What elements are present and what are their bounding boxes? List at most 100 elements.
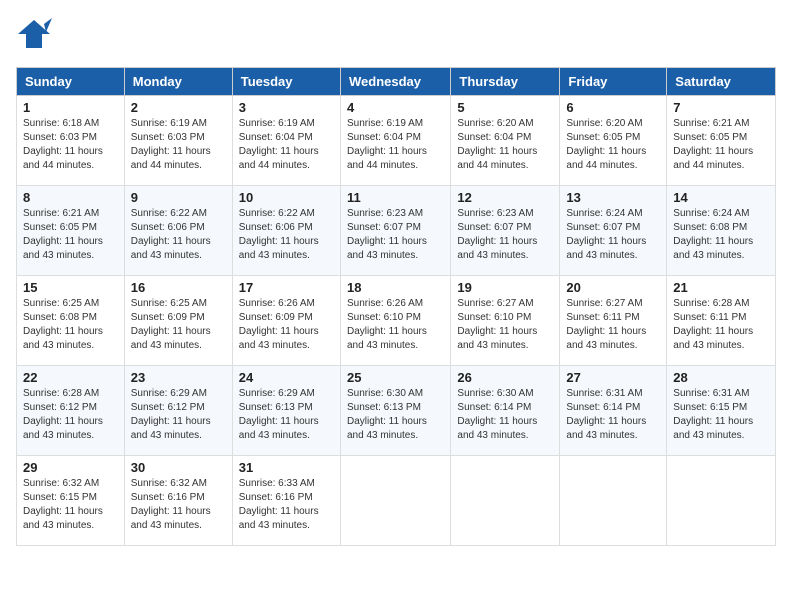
day-info: Sunrise: 6:22 AMSunset: 6:06 PMDaylight:… [131,207,226,263]
calendar-cell: 2 Sunrise: 6:19 AMSunset: 6:03 PMDaylight… [124,96,232,186]
calendar-cell: 7 Sunrise: 6:21 AMSunset: 6:05 PMDaylight… [667,96,776,186]
day-number: 26 [457,370,553,385]
day-number: 20 [566,280,660,295]
day-number: 13 [566,190,660,205]
day-info: Sunrise: 6:24 AMSunset: 6:08 PMDaylight:… [673,207,769,263]
calendar-cell: 1 Sunrise: 6:18 AMSunset: 6:03 PMDaylight… [17,96,125,186]
day-info: Sunrise: 6:30 AMSunset: 6:13 PMDaylight:… [347,387,444,443]
calendar-cell: 25 Sunrise: 6:30 AMSunset: 6:13 PMDayligh… [340,366,450,456]
calendar-cell: 3 Sunrise: 6:19 AMSunset: 6:04 PMDaylight… [232,96,340,186]
col-header-monday: Monday [124,68,232,96]
day-number: 23 [131,370,226,385]
col-header-friday: Friday [560,68,667,96]
day-number: 1 [23,100,118,115]
calendar-cell: 16 Sunrise: 6:25 AMSunset: 6:09 PMDayligh… [124,276,232,366]
calendar-cell: 11Sunrise: 6:23 AMSunset: 6:07 PMDayligh… [340,186,450,276]
calendar-cell: 9Sunrise: 6:22 AMSunset: 6:06 PMDaylight… [124,186,232,276]
calendar-cell: 13 Sunrise: 6:24 AMSunset: 6:07 PMDayligh… [560,186,667,276]
calendar-cell: 8 Sunrise: 6:21 AMSunset: 6:05 PMDaylight… [17,186,125,276]
day-info: Sunrise: 6:20 AMSunset: 6:05 PMDaylight:… [566,117,660,173]
logo-icon [16,16,52,52]
day-info: Sunrise: 6:27 AMSunset: 6:11 PMDaylight:… [566,297,660,353]
calendar-cell [451,456,560,546]
calendar-cell: 27Sunrise: 6:31 AMSunset: 6:14 PMDayligh… [560,366,667,456]
day-info: Sunrise: 6:20 AMSunset: 6:04 PMDaylight:… [457,117,553,173]
day-number: 25 [347,370,444,385]
calendar-cell: 10Sunrise: 6:22 AMSunset: 6:06 PMDayligh… [232,186,340,276]
calendar-table: SundayMondayTuesdayWednesdayThursdayFrid… [16,67,776,546]
calendar-cell: 30 Sunrise: 6:32 AMSunset: 6:16 PMDayligh… [124,456,232,546]
week-row-1: 1 Sunrise: 6:18 AMSunset: 6:03 PMDaylight… [17,96,776,186]
day-number: 21 [673,280,769,295]
day-number: 17 [239,280,334,295]
day-info: Sunrise: 6:23 AMSunset: 6:07 PMDaylight:… [457,207,553,263]
day-number: 18 [347,280,444,295]
calendar-cell: 14 Sunrise: 6:24 AMSunset: 6:08 PMDayligh… [667,186,776,276]
col-header-saturday: Saturday [667,68,776,96]
calendar-cell [560,456,667,546]
day-number: 4 [347,100,444,115]
week-row-5: 29 Sunrise: 6:32 AMSunset: 6:15 PMDayligh… [17,456,776,546]
day-info: Sunrise: 6:19 AMSunset: 6:03 PMDaylight:… [131,117,226,173]
day-number: 15 [23,280,118,295]
day-info: Sunrise: 6:18 AMSunset: 6:03 PMDaylight:… [23,117,118,173]
day-number: 12 [457,190,553,205]
day-info: Sunrise: 6:25 AMSunset: 6:08 PMDaylight:… [23,297,118,353]
day-number: 22 [23,370,118,385]
day-info: Sunrise: 6:21 AMSunset: 6:05 PMDaylight:… [673,117,769,173]
col-header-wednesday: Wednesday [340,68,450,96]
day-number: 5 [457,100,553,115]
col-header-thursday: Thursday [451,68,560,96]
day-number: 7 [673,100,769,115]
day-info: Sunrise: 6:29 AMSunset: 6:13 PMDaylight:… [239,387,334,443]
calendar-cell: 12 Sunrise: 6:23 AMSunset: 6:07 PMDayligh… [451,186,560,276]
calendar-cell: 22 Sunrise: 6:28 AMSunset: 6:12 PMDayligh… [17,366,125,456]
day-info: Sunrise: 6:28 AMSunset: 6:12 PMDaylight:… [23,387,118,443]
calendar-cell: 23 Sunrise: 6:29 AMSunset: 6:12 PMDayligh… [124,366,232,456]
day-info: Sunrise: 6:32 AMSunset: 6:16 PMDaylight:… [131,477,226,533]
day-info: Sunrise: 6:25 AMSunset: 6:09 PMDaylight:… [131,297,226,353]
day-number: 19 [457,280,553,295]
day-info: Sunrise: 6:33 AMSunset: 6:16 PMDaylight:… [239,477,334,533]
day-info: Sunrise: 6:24 AMSunset: 6:07 PMDaylight:… [566,207,660,263]
calendar-cell: 28Sunrise: 6:31 AMSunset: 6:15 PMDayligh… [667,366,776,456]
day-info: Sunrise: 6:29 AMSunset: 6:12 PMDaylight:… [131,387,226,443]
day-number: 29 [23,460,118,475]
calendar-cell [667,456,776,546]
day-info: Sunrise: 6:19 AMSunset: 6:04 PMDaylight:… [347,117,444,173]
col-header-tuesday: Tuesday [232,68,340,96]
day-info: Sunrise: 6:31 AMSunset: 6:14 PMDaylight:… [566,387,660,443]
day-info: Sunrise: 6:26 AMSunset: 6:10 PMDaylight:… [347,297,444,353]
day-info: Sunrise: 6:31 AMSunset: 6:15 PMDaylight:… [673,387,769,443]
calendar-cell: 20 Sunrise: 6:27 AMSunset: 6:11 PMDayligh… [560,276,667,366]
calendar-cell: 19 Sunrise: 6:27 AMSunset: 6:10 PMDayligh… [451,276,560,366]
day-info: Sunrise: 6:27 AMSunset: 6:10 PMDaylight:… [457,297,553,353]
day-info: Sunrise: 6:32 AMSunset: 6:15 PMDaylight:… [23,477,118,533]
day-info: Sunrise: 6:19 AMSunset: 6:04 PMDaylight:… [239,117,334,173]
calendar-cell: 17 Sunrise: 6:26 AMSunset: 6:09 PMDayligh… [232,276,340,366]
calendar-cell: 15 Sunrise: 6:25 AMSunset: 6:08 PMDayligh… [17,276,125,366]
day-number: 30 [131,460,226,475]
page-header [16,16,776,57]
week-row-2: 8 Sunrise: 6:21 AMSunset: 6:05 PMDaylight… [17,186,776,276]
calendar-header-row: SundayMondayTuesdayWednesdayThursdayFrid… [17,68,776,96]
day-number: 14 [673,190,769,205]
week-row-4: 22 Sunrise: 6:28 AMSunset: 6:12 PMDayligh… [17,366,776,456]
day-number: 6 [566,100,660,115]
day-info: Sunrise: 6:26 AMSunset: 6:09 PMDaylight:… [239,297,334,353]
day-info: Sunrise: 6:30 AMSunset: 6:14 PMDaylight:… [457,387,553,443]
day-number: 3 [239,100,334,115]
calendar-cell: 21 Sunrise: 6:28 AMSunset: 6:11 PMDayligh… [667,276,776,366]
calendar-cell: 29 Sunrise: 6:32 AMSunset: 6:15 PMDayligh… [17,456,125,546]
day-number: 24 [239,370,334,385]
calendar-cell: 6 Sunrise: 6:20 AMSunset: 6:05 PMDaylight… [560,96,667,186]
day-info: Sunrise: 6:21 AMSunset: 6:05 PMDaylight:… [23,207,118,263]
day-info: Sunrise: 6:28 AMSunset: 6:11 PMDaylight:… [673,297,769,353]
day-number: 16 [131,280,226,295]
day-number: 31 [239,460,334,475]
calendar-cell: 4 Sunrise: 6:19 AMSunset: 6:04 PMDaylight… [340,96,450,186]
logo [16,16,58,57]
day-number: 8 [23,190,118,205]
day-number: 2 [131,100,226,115]
calendar-cell: 26 Sunrise: 6:30 AMSunset: 6:14 PMDayligh… [451,366,560,456]
